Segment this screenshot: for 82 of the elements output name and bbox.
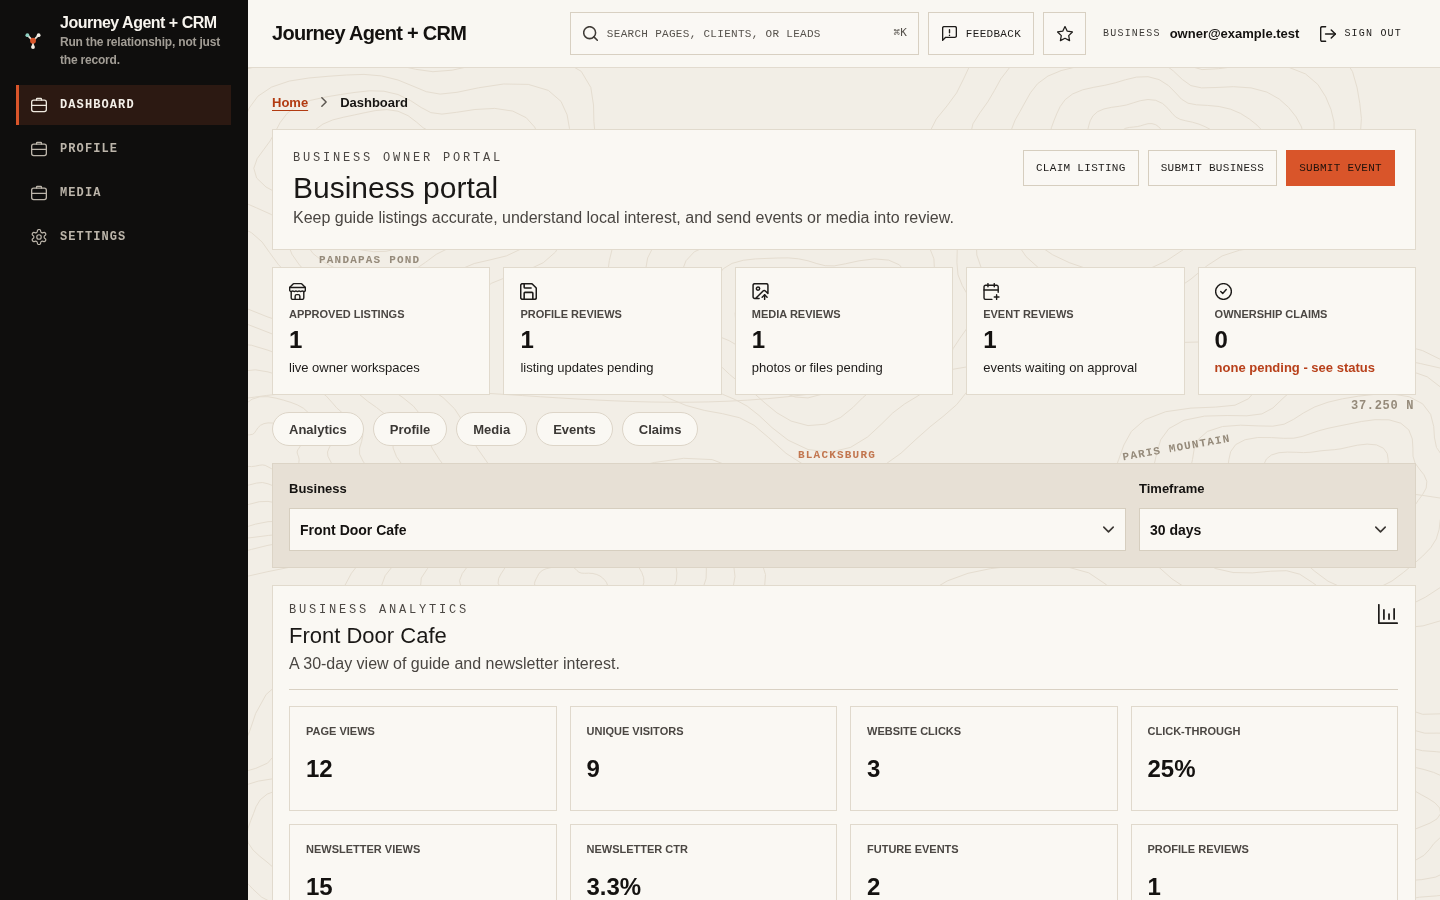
metric-label: UNIQUE VISITORS (586, 724, 685, 738)
page-description: Keep guide listings accurate, understand local interest, and send events or media into review. (293, 208, 954, 228)
stat-note: none pending - see status (1214, 359, 1376, 377)
star-icon (1056, 25, 1073, 42)
star-button[interactable] (1043, 12, 1087, 55)
breadcrumb-link[interactable]: Home (272, 94, 309, 110)
app-title: Journey Agent + CRM (272, 22, 468, 45)
metric-label: PROFILE REVIEWS (1147, 842, 1250, 856)
select-field[interactable]: 30 days (1139, 508, 1398, 551)
metric-label: PAGE VIEWS (306, 724, 376, 738)
section-description: A 30-day view of guide and newsletter interest. (289, 654, 620, 674)
briefcase-icon (31, 97, 47, 113)
stat-label: OWNERSHIP CLAIMS (1214, 307, 1329, 322)
map-label: PANDAPAS POND (319, 254, 421, 266)
search-icon (582, 26, 598, 41)
eyebrow-label: BUSINESS ANALYTICS (289, 602, 471, 618)
shortcut-hint: ⌘K (893, 25, 907, 41)
metric-value: 15 (306, 875, 334, 899)
brand-name: Journey Agent + CRM (60, 13, 218, 33)
stat-value: 1 (520, 326, 535, 354)
chevron-down-icon (1103, 524, 1114, 535)
section-title: Front Door Cafe (289, 622, 448, 650)
section-link[interactable]: Events (536, 412, 613, 446)
sidebar-nav-item[interactable]: PROFILE (16, 129, 231, 169)
stat-note: photos or files pending (751, 359, 884, 377)
metric-label: FUTURE EVENTS (867, 842, 960, 856)
metric-label: NEWSLETTER VIEWS (306, 842, 422, 856)
speech-bubble-icon (941, 26, 957, 41)
section-link[interactable]: Media (456, 412, 528, 446)
map-label: BLACKSBURG (798, 449, 876, 461)
action-button[interactable]: CLAIM LISTING (1022, 150, 1139, 186)
calendar-plus-icon (983, 283, 1001, 300)
field-label: Business (289, 480, 348, 498)
metric-label: NEWSLETTER CTR (586, 842, 689, 856)
feedback-button[interactable]: FEEDBACK (927, 12, 1035, 55)
storefront-icon (289, 283, 306, 300)
sidebar-nav-item[interactable]: SETTINGS (16, 217, 231, 257)
bar-chart-icon (1378, 604, 1398, 624)
metric-value: 9 (586, 757, 601, 781)
section-link[interactable]: Analytics (272, 412, 364, 446)
metric-value: 25% (1147, 757, 1197, 781)
breadcrumb-current: Dashboard (340, 94, 409, 110)
sidebar-nav-item[interactable]: DASHBOARD (16, 85, 231, 125)
select-field[interactable]: Front Door Cafe (289, 508, 1126, 551)
settings-icon (31, 229, 47, 245)
briefcase-icon (31, 185, 47, 201)
stat-label: EVENT REVIEWS (983, 307, 1075, 322)
metric-value: 3.3% (586, 875, 643, 899)
sign-out-button[interactable]: SIGN OUT (1308, 12, 1414, 55)
stat-value: 0 (1214, 326, 1229, 354)
stat-note: listing updates pending (520, 359, 655, 377)
chevron-right-icon (319, 97, 330, 107)
sidebar-nav-item[interactable]: MEDIA (16, 173, 231, 213)
metric-value: 3 (867, 757, 882, 781)
action-button[interactable]: SUBMIT BUSINESS (1147, 150, 1278, 186)
stat-note: live owner workspaces (289, 359, 421, 377)
image-upload-icon (751, 283, 769, 300)
metric-value: 1 (1147, 875, 1162, 899)
stat-label: MEDIA REVIEWS (751, 307, 842, 322)
stat-note: events waiting on approval (983, 359, 1139, 377)
branch-logo-icon (25, 33, 41, 49)
section-link[interactable]: Profile (372, 412, 448, 446)
action-button[interactable]: SUBMIT EVENT (1286, 150, 1395, 186)
stat-label: APPROVED LISTINGS (289, 307, 406, 322)
page-title: Business portal (293, 170, 500, 206)
eyebrow-label: BUSINESS OWNER PORTAL (293, 150, 505, 166)
metric-value: 2 (867, 875, 882, 899)
stat-value: 1 (289, 326, 304, 354)
metric-value: 12 (306, 757, 334, 781)
account-role: BUSINESS (1103, 28, 1161, 39)
stat-value: 1 (751, 326, 767, 354)
metric-label: WEBSITE CLICKS (867, 724, 963, 738)
chevron-down-icon (1375, 524, 1386, 535)
field-label: Timeframe (1139, 480, 1206, 498)
brand-tagline: Run the relationship, not just the record. (60, 34, 221, 69)
briefcase-icon (31, 141, 47, 157)
account-email: owner@example.test (1169, 26, 1300, 41)
section-link[interactable]: Claims (621, 412, 699, 446)
metric-label: CLICK-THROUGH (1147, 724, 1242, 738)
stat-value: 1 (983, 326, 998, 354)
stat-label: PROFILE REVIEWS (520, 307, 623, 322)
map-label: 37.250 N (1351, 400, 1415, 412)
